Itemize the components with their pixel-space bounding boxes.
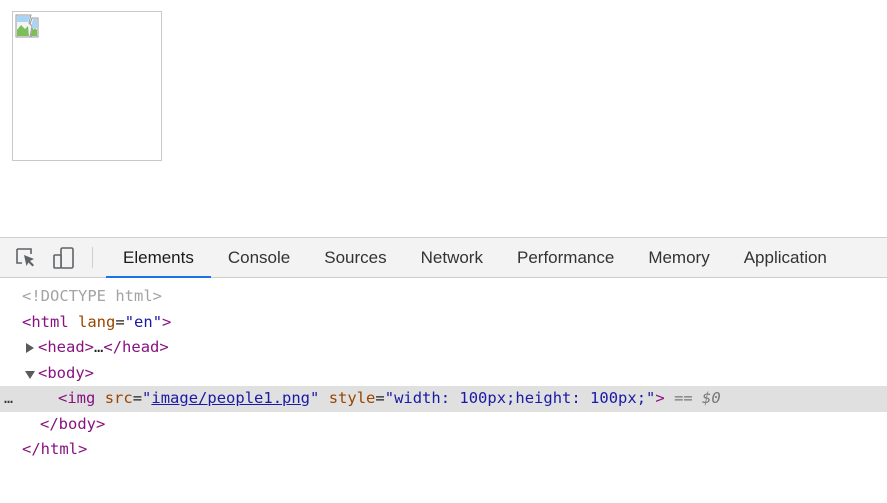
page-viewport	[0, 0, 887, 237]
broken-image[interactable]	[12, 11, 162, 161]
dom-node-head[interactable]: <head>…</head>	[0, 335, 887, 361]
tab-sources[interactable]: Sources	[307, 238, 403, 277]
inspect-element-button[interactable]	[7, 238, 45, 277]
collapse-arrow-icon[interactable]	[25, 370, 35, 379]
tab-console[interactable]: Console	[211, 238, 307, 277]
toolbar-divider	[92, 247, 93, 268]
tab-network[interactable]: Network	[404, 238, 500, 277]
img-tag: <img src="image/people1.png" style="widt…	[58, 389, 721, 407]
dom-node-body[interactable]: <body>	[0, 361, 887, 387]
tab-memory[interactable]: Memory	[631, 238, 726, 277]
device-toolbar-button[interactable]	[45, 238, 83, 277]
src-link[interactable]: image/people1.png	[151, 389, 310, 407]
dom-node-html[interactable]: <html lang="en">	[0, 310, 887, 336]
dom-node-body-close[interactable]: </body>	[0, 412, 887, 438]
body-close-tag: </body>	[40, 414, 106, 433]
tab-application[interactable]: Application	[727, 238, 844, 277]
tab-performance[interactable]: Performance	[500, 238, 631, 277]
broken-image-icon	[15, 14, 39, 38]
dom-tree: <!DOCTYPE html> <html lang="en"> <head>……	[0, 278, 887, 463]
devtools-panel: Elements Console Sources Network Perform…	[0, 237, 887, 503]
dom-node-img-selected[interactable]: … <img src="image/people1.png" style="wi…	[0, 386, 887, 412]
row-menu-icon[interactable]: …	[4, 386, 13, 412]
tab-elements[interactable]: Elements	[106, 238, 211, 278]
head-collapsed-tag: <head>…</head>	[38, 338, 169, 356]
html-open-tag: <html lang="en">	[22, 312, 172, 331]
body-open-tag: <body>	[38, 363, 95, 382]
expand-arrow-icon[interactable]	[26, 343, 34, 353]
doctype-text: <!DOCTYPE html>	[22, 287, 162, 305]
dom-node-html-close[interactable]: </html>	[0, 437, 887, 463]
device-toolbar-icon	[53, 246, 74, 269]
selected-node-marker: == $0	[674, 389, 721, 407]
devtools-toolbar: Elements Console Sources Network Perform…	[0, 237, 887, 278]
html-close-tag: </html>	[22, 440, 88, 458]
inspect-element-icon	[16, 247, 34, 266]
dom-node-doctype[interactable]: <!DOCTYPE html>	[0, 284, 887, 310]
